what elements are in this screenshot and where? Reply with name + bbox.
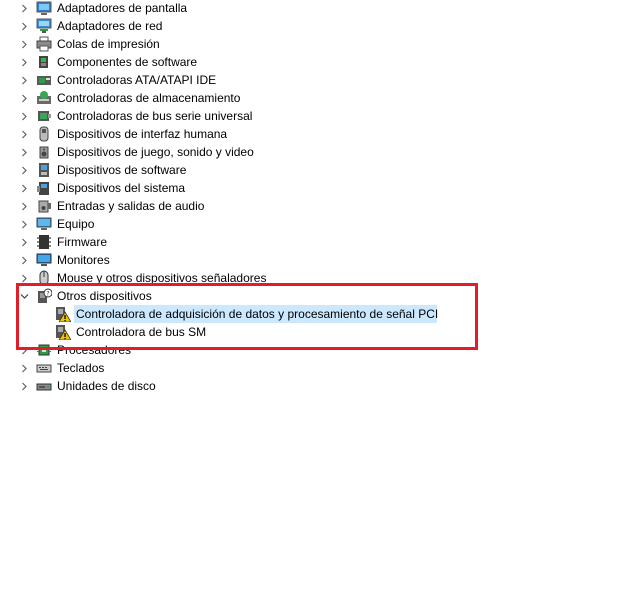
tree-item-label: Controladoras de bus serie universal <box>57 109 253 123</box>
usb-controller-icon <box>36 108 52 124</box>
tree-item-label: Componentes de software <box>57 55 198 69</box>
chevron-right-icon[interactable] <box>18 0 30 17</box>
tree-item-label: Controladoras ATA/ATAPI IDE <box>57 73 217 87</box>
tree-item-label: Teclados <box>57 361 105 375</box>
tree-item-label: Unidades de disco <box>57 379 156 393</box>
annotation-highlight-box <box>16 283 478 350</box>
tree-item-label: Dispositivos de juego, sonido y video <box>57 145 254 159</box>
tree-item-colas-de-impresion[interactable]: Colas de impresión <box>0 35 629 53</box>
tree-item-label: Dispositivos de software <box>57 163 187 177</box>
chevron-right-icon[interactable] <box>18 53 30 71</box>
software-component-icon <box>36 54 52 70</box>
tree-item-firmware[interactable]: Firmware <box>0 233 629 251</box>
network-adapter-icon <box>36 18 52 34</box>
disk-drive-icon <box>36 378 52 394</box>
chevron-right-icon[interactable] <box>18 215 30 233</box>
ide-controller-icon <box>36 72 52 88</box>
chevron-right-icon[interactable] <box>18 107 30 125</box>
tree-item-label: Dispositivos de interfaz humana <box>57 127 228 141</box>
tree-item-controladoras-de-bus-serie-universal[interactable]: Controladoras de bus serie universal <box>0 107 629 125</box>
tree-item-label: Dispositivos del sistema <box>57 181 186 195</box>
tree-item-adaptadores-de-red[interactable]: Adaptadores de red <box>0 17 629 35</box>
printer-icon <box>36 36 52 52</box>
audio-io-icon <box>36 198 52 214</box>
chevron-right-icon[interactable] <box>18 35 30 53</box>
tree-item-dispositivos-de-interfaz-humana[interactable]: Dispositivos de interfaz humana <box>0 125 629 143</box>
tree-item-label: Entradas y salidas de audio <box>57 199 205 213</box>
hid-icon <box>36 126 52 142</box>
tree-item-controladoras-ata-atapi-ide[interactable]: Controladoras ATA/ATAPI IDE <box>0 71 629 89</box>
tree-item-label: Adaptadores de pantalla <box>57 1 188 15</box>
chevron-right-icon[interactable] <box>18 125 30 143</box>
chevron-right-icon[interactable] <box>18 161 30 179</box>
display-adapter-icon <box>36 0 52 16</box>
system-device-icon <box>36 180 52 196</box>
chevron-right-icon[interactable] <box>18 71 30 89</box>
storage-controller-icon <box>36 90 52 106</box>
tree-item-entradas-y-salidas-de-audio[interactable]: Entradas y salidas de audio <box>0 197 629 215</box>
tree-item-dispositivos-del-sistema[interactable]: Dispositivos del sistema <box>0 179 629 197</box>
speaker-icon <box>36 144 52 160</box>
keyboard-icon <box>36 360 52 376</box>
tree-item-label: Monitores <box>57 253 110 267</box>
chevron-right-icon[interactable] <box>18 179 30 197</box>
chevron-right-icon[interactable] <box>18 233 30 251</box>
chevron-right-icon[interactable] <box>18 89 30 107</box>
chevron-right-icon[interactable] <box>18 17 30 35</box>
tree-item-label: Colas de impresión <box>57 37 160 51</box>
tree-item-unidades-de-disco[interactable]: Unidades de disco <box>0 377 629 395</box>
tree-item-componentes-de-software[interactable]: Componentes de software <box>0 53 629 71</box>
chevron-right-icon[interactable] <box>18 377 30 395</box>
tree-item-label: Adaptadores de red <box>57 19 163 33</box>
tree-item-dispositivos-de-juego-sonido-y-video[interactable]: Dispositivos de juego, sonido y video <box>0 143 629 161</box>
chevron-right-icon[interactable] <box>18 359 30 377</box>
computer-icon <box>36 216 52 232</box>
chevron-right-icon[interactable] <box>18 251 30 269</box>
tree-item-equipo[interactable]: Equipo <box>0 215 629 233</box>
tree-item-label: Equipo <box>57 217 95 231</box>
tree-item-teclados[interactable]: Teclados <box>0 359 629 377</box>
tree-item-dispositivos-de-software[interactable]: Dispositivos de software <box>0 161 629 179</box>
tree-item-label: Firmware <box>57 235 107 249</box>
firmware-icon <box>36 234 52 250</box>
tree-item-controladoras-de-almacenamiento[interactable]: Controladoras de almacenamiento <box>0 89 629 107</box>
software-device-icon <box>36 162 52 178</box>
tree-item-adaptadores-de-pantalla[interactable]: Adaptadores de pantalla <box>0 0 629 17</box>
tree-item-label: Controladoras de almacenamiento <box>57 91 241 105</box>
chevron-right-icon[interactable] <box>18 143 30 161</box>
chevron-right-icon[interactable] <box>18 197 30 215</box>
tree-item-monitores[interactable]: Monitores <box>0 251 629 269</box>
monitor-icon <box>36 252 52 268</box>
